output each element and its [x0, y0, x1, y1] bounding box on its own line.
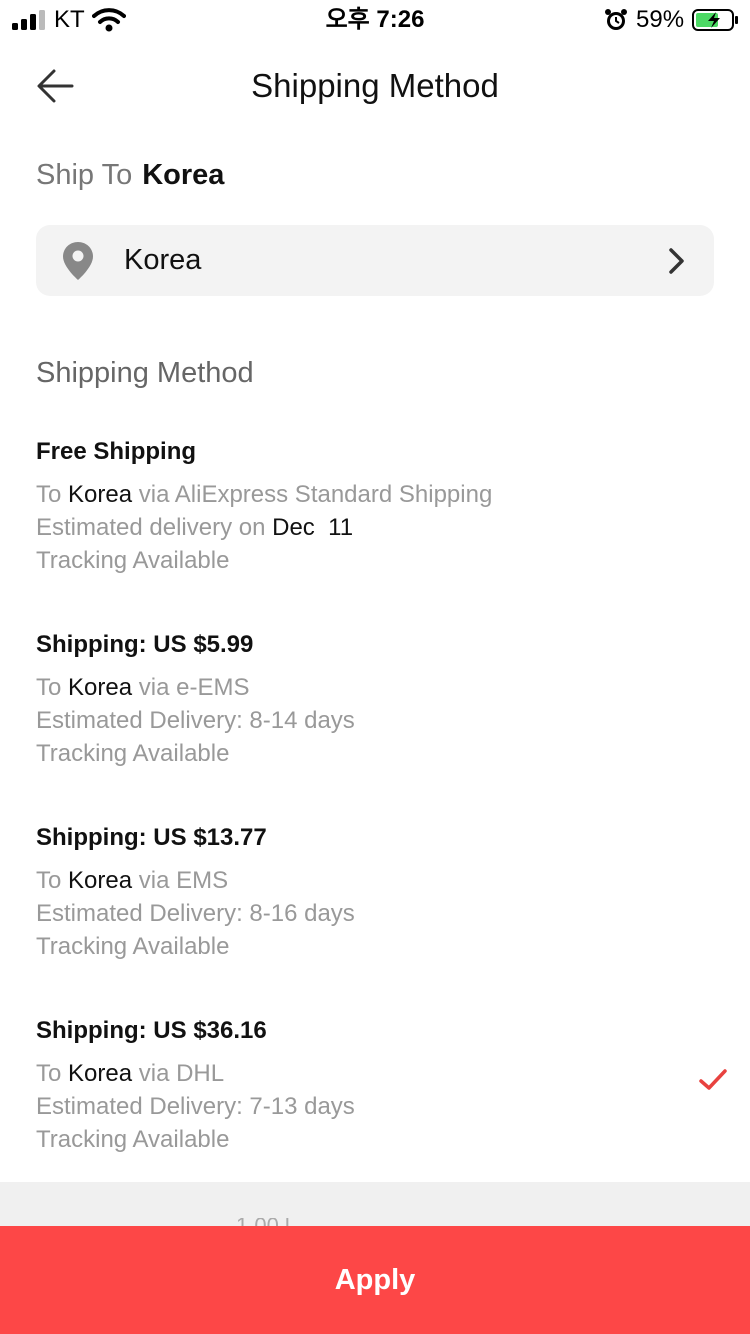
option-tracking: Tracking Available — [36, 1126, 230, 1153]
option-route: To Korea via EMS — [36, 864, 736, 897]
bottom-separator — [0, 1182, 750, 1232]
country-selector[interactable]: Korea — [36, 225, 714, 296]
route-country: Korea — [68, 867, 133, 894]
battery-percent: 59% — [636, 6, 685, 33]
option-route: To Korea via e-EMS — [36, 671, 736, 704]
status-bar: KT 오후 7:26 59% — [0, 0, 750, 40]
delivery-prefix: Estimated delivery on — [36, 514, 266, 541]
shipping-option-free[interactable]: Free Shipping To Korea via AliExpress St… — [36, 436, 736, 577]
option-title: Shipping: US $13.77 — [36, 824, 267, 851]
option-title: Shipping: US $5.99 — [36, 631, 254, 658]
option-title: Shipping: US $36.16 — [36, 1017, 267, 1044]
option-delivery: Estimated delivery on Dec 11 — [36, 511, 736, 544]
navigation-bar: Shipping Method — [0, 48, 750, 124]
option-tracking: Tracking Available — [36, 933, 230, 960]
route-country: Korea — [68, 481, 133, 508]
option-delivery: Estimated Delivery: 8-16 days — [36, 900, 355, 927]
page-title: Shipping Method — [251, 67, 499, 104]
chevron-right-icon — [669, 248, 684, 274]
route-country: Korea — [68, 1060, 133, 1087]
route-prefix: To — [36, 674, 62, 701]
alarm-clock-icon — [605, 9, 627, 30]
shipping-method-section-title: Shipping Method — [36, 357, 254, 389]
route-prefix: To — [36, 867, 62, 894]
route-carrier: via e-EMS — [138, 674, 250, 701]
option-route: To Korea via AliExpress Standard Shippin… — [36, 478, 736, 511]
route-prefix: To — [36, 1060, 62, 1087]
apply-button[interactable]: Apply — [0, 1226, 750, 1334]
option-delivery: Estimated Delivery: 7-13 days — [36, 1093, 355, 1120]
battery-charging-icon — [692, 9, 738, 31]
shipping-option-dhl[interactable]: Shipping: US $36.16 To Korea via DHL Est… — [36, 1015, 736, 1156]
option-route: To Korea via DHL — [36, 1057, 736, 1090]
selected-country: Korea — [124, 244, 202, 276]
route-country: Korea — [68, 674, 133, 701]
route-carrier: via DHL — [138, 1060, 225, 1087]
route-prefix: To — [36, 481, 62, 508]
ship-to-label: Ship To — [36, 159, 133, 191]
shipping-option-ems[interactable]: Shipping: US $13.77 To Korea via EMS Est… — [36, 822, 736, 963]
option-title: Free Shipping — [36, 438, 197, 465]
location-pin-icon — [63, 242, 93, 280]
selected-check-icon — [699, 1069, 727, 1090]
option-tracking: Tracking Available — [36, 740, 230, 767]
shipping-method-screen: KT 오후 7:26 59% Shipping Method Ship To K… — [0, 0, 750, 1334]
shipping-option-e-ems[interactable]: Shipping: US $5.99 To Korea via e-EMS Es… — [36, 629, 736, 770]
ship-to-value: Korea — [142, 159, 225, 191]
ship-to-heading: Ship To Korea — [36, 156, 224, 194]
delivery-date: Dec 11 — [272, 514, 354, 541]
option-delivery: Estimated Delivery: 8-14 days — [36, 707, 355, 734]
option-tracking: Tracking Available — [36, 547, 230, 574]
route-carrier: via EMS — [138, 867, 229, 894]
route-carrier: via AliExpress Standard Shipping — [138, 481, 493, 508]
